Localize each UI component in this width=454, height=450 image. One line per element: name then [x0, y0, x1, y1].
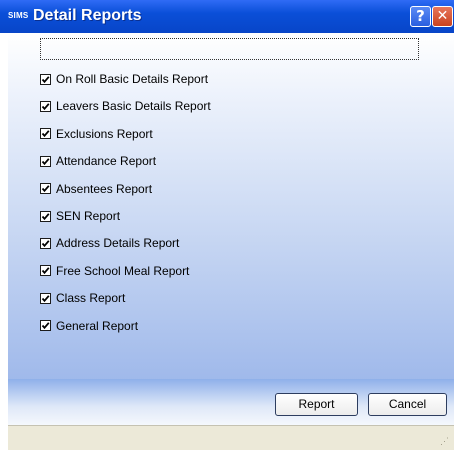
sims-logo-icon: SIMS [8, 11, 29, 20]
checkbox[interactable] [40, 320, 51, 332]
checkbox[interactable] [40, 210, 51, 222]
detail-reports-window: SIMS Detail Reports ? ✕ On Roll Basic De… [0, 0, 454, 450]
report-button[interactable]: Report [275, 393, 358, 416]
report-checkbox-row[interactable]: Free School Meal Report [40, 264, 189, 278]
status-bar: ⋰ [8, 425, 454, 450]
checkbox[interactable] [40, 100, 51, 112]
report-checkbox-row[interactable]: Class Report [40, 291, 125, 305]
checkbox-label: On Roll Basic Details Report [56, 72, 209, 86]
checkbox-label: Absentees Report [56, 181, 153, 196]
checkbox-label: SEN Report [56, 209, 121, 223]
report-checkbox-row[interactable]: SEN Report [40, 209, 120, 223]
resize-grip-icon[interactable]: ⋰ [440, 436, 450, 446]
checkbox[interactable] [40, 73, 51, 85]
window-title: Detail Reports [33, 7, 142, 24]
checkbox-label: Attendance Report [56, 154, 157, 169]
report-checkbox-row[interactable]: General Report [40, 319, 138, 333]
checkmark-icon [41, 103, 50, 111]
title-bar[interactable]: SIMS Detail Reports ? ✕ [0, 0, 454, 33]
checkmark-icon [41, 294, 50, 302]
checkmark-icon [41, 267, 50, 275]
checkbox-label: Class Report [56, 291, 126, 306]
checkmark-icon [41, 157, 50, 165]
checkbox[interactable] [40, 128, 51, 140]
checkbox-label: Free School Meal Report [56, 263, 190, 278]
focus-rectangle [40, 38, 419, 60]
report-checkbox-row[interactable]: Attendance Report [40, 154, 156, 168]
report-checkbox-row[interactable]: Absentees Report [40, 182, 152, 196]
report-checkbox-row[interactable]: Address Details Report [40, 236, 179, 250]
checkbox[interactable] [40, 183, 51, 195]
checkbox[interactable] [40, 292, 51, 304]
help-button[interactable]: ? [410, 6, 431, 27]
checkmark-icon [41, 75, 50, 83]
checkbox[interactable] [40, 155, 51, 167]
report-checkbox-row[interactable]: On Roll Basic Details Report [40, 72, 208, 86]
window-left-border [0, 33, 8, 450]
report-checkbox-row[interactable]: Exclusions Report [40, 127, 153, 141]
checkbox-label: Exclusions Report [56, 126, 153, 141]
checkmark-icon [41, 130, 50, 138]
checkbox[interactable] [40, 237, 51, 249]
checkmark-icon [41, 322, 50, 330]
checkmark-icon [41, 185, 50, 193]
close-button[interactable]: ✕ [432, 6, 453, 27]
checkbox[interactable] [40, 265, 51, 277]
checkmark-icon [41, 212, 50, 220]
cancel-button[interactable]: Cancel [368, 393, 447, 416]
checkbox-label: Address Details Report [56, 236, 180, 251]
checkbox-label: General Report [56, 318, 139, 333]
checkbox-label: Leavers Basic Details Report [56, 99, 211, 114]
checkmark-icon [41, 240, 50, 248]
report-checkbox-row[interactable]: Leavers Basic Details Report [40, 99, 211, 113]
